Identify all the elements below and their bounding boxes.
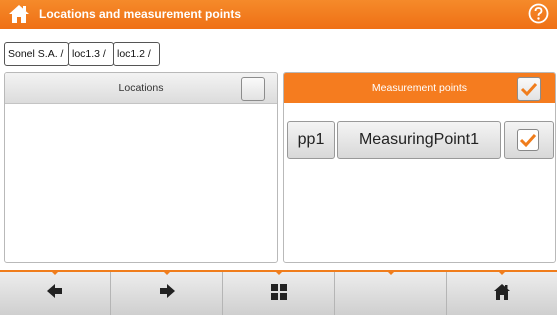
measurement-points-header: Measurement points [284,73,555,103]
page-title: Locations and measurement points [39,7,242,21]
home-icon [494,284,510,300]
breadcrumb-item-sonel[interactable]: Sonel S.A. / [4,42,69,66]
back-button[interactable] [0,271,111,315]
home-button[interactable] [447,271,557,315]
measurement-points-panel: Measurement points pp1 MeasuringPoint1 [283,72,556,263]
measurement-points-title: Measurement points [371,82,468,94]
grid-view-button[interactable] [223,271,335,315]
locations-title: Locations [118,82,164,94]
checkmark-icon [519,133,537,148]
checkmark-icon [520,82,538,97]
help-icon[interactable] [528,3,549,24]
empty-toolbar-button[interactable] [335,271,447,315]
locations-select-all-checkbox[interactable] [241,77,265,101]
measurement-point-id[interactable]: pp1 [287,121,335,159]
title-bar: Locations and measurement points [0,0,557,29]
measurement-point-checkbox[interactable] [504,121,554,159]
arrow-left-icon [47,284,62,298]
bottom-toolbar [0,270,557,315]
measurement-point-name[interactable]: MeasuringPoint1 [337,121,501,159]
home-icon[interactable] [8,4,30,24]
grid-icon [270,284,287,300]
arrow-right-icon [159,284,175,298]
measurement-points-select-all-checkbox[interactable] [517,77,541,101]
breadcrumb-item-loc1-3[interactable]: loc1.3 / [68,42,114,66]
forward-button[interactable] [111,271,223,315]
breadcrumb-item-loc1-2[interactable]: loc1.2 / [113,42,160,66]
locations-header: Locations [5,73,277,104]
locations-panel: Locations [4,72,278,263]
